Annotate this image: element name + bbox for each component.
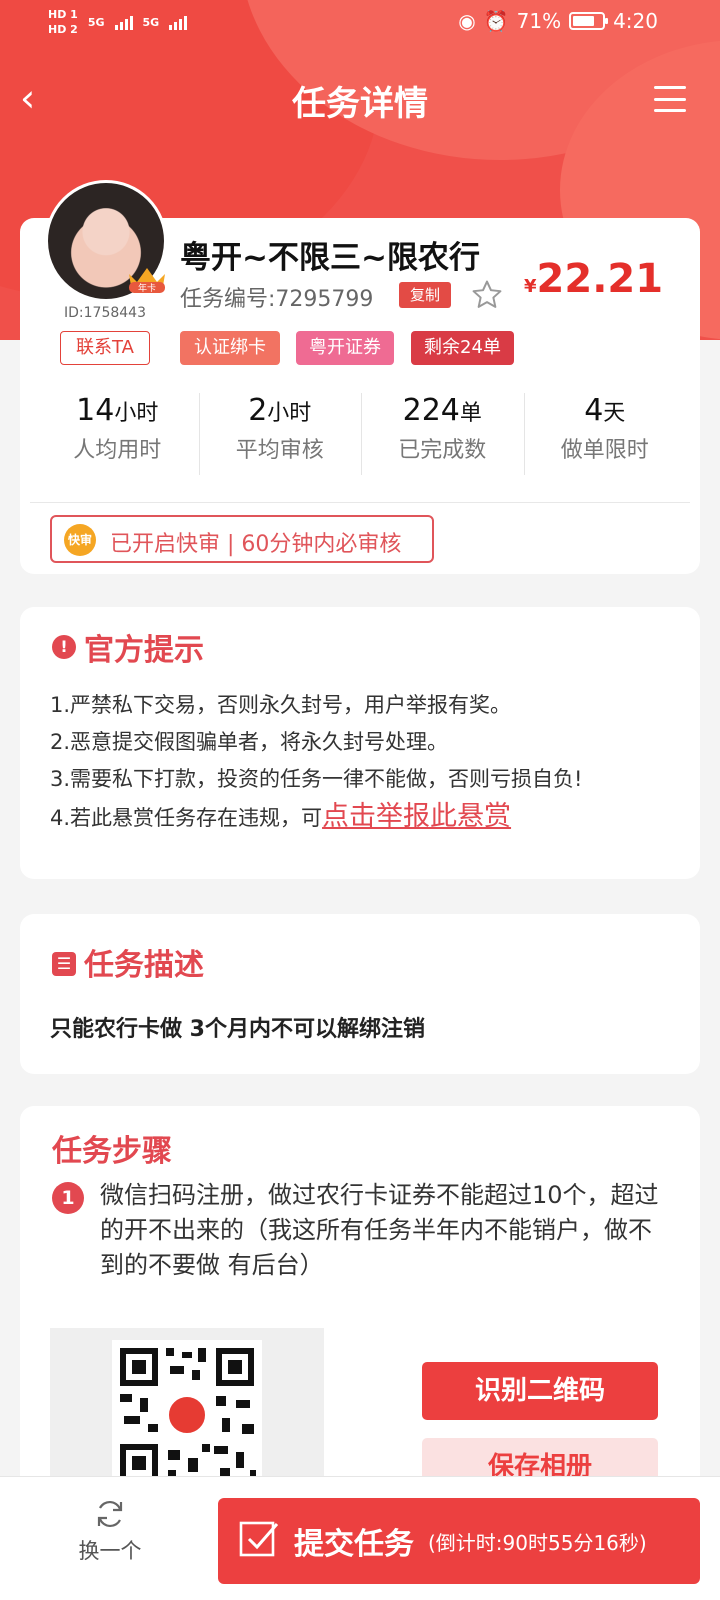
- copy-button[interactable]: 复制: [399, 282, 451, 308]
- crown-icon: 年卡: [129, 268, 165, 294]
- star-icon[interactable]: [470, 278, 504, 312]
- fast-review-text: 已开启快审 | 60分钟内必审核: [110, 532, 402, 557]
- stat-unit: 单: [459, 401, 482, 426]
- warning-icon: !: [52, 635, 76, 659]
- stat-completed: 224单 已完成数: [361, 393, 524, 483]
- status-label: HD 1: [48, 8, 78, 21]
- network-label: 5G: [87, 15, 105, 29]
- countdown-text: (倒计时:90时55分16秒): [428, 1531, 647, 1555]
- description-title: 任务描述: [84, 948, 204, 983]
- notice-line: 2.恶意提交假图骗单者，将永久封号处理。: [50, 730, 449, 754]
- task-name: 粤开~不限三~限农行: [180, 240, 480, 276]
- stat-unit: 天: [603, 401, 626, 426]
- notice-line: 1.严禁私下交易，否则永久封号，用户举报有奖。: [50, 693, 512, 717]
- stat-value: 14: [76, 393, 115, 428]
- fast-review-banner: 快审 已开启快审 | 60分钟内必审核: [50, 515, 434, 563]
- task-price: ¥22.21: [524, 256, 663, 302]
- task-number: 任务编号:7295799: [180, 287, 374, 312]
- battery-percent: 71%: [516, 9, 562, 33]
- stat-label: 已完成数: [398, 438, 487, 463]
- checkbox-icon: [239, 1521, 279, 1557]
- signal-icon: [169, 14, 188, 30]
- stat-avg-review: 2小时 平均审核: [198, 393, 362, 483]
- tag-bind-card: 认证绑卡: [180, 331, 280, 365]
- submit-task-button[interactable]: 提交任务 (倒计时:90时55分16秒): [218, 1498, 700, 1584]
- stat-label: 人均用时: [73, 438, 162, 463]
- nav-bar: ‹ 任务详情: [0, 68, 720, 132]
- status-label: HD 2: [48, 23, 78, 36]
- tag-remaining: 剩余24单: [411, 331, 514, 365]
- task-stats: 14小时 人均用时 2小时 平均审核 224单 已完成数 4天 做单限时: [36, 393, 686, 483]
- stat-label: 做单限时: [560, 438, 649, 463]
- menu-button[interactable]: [654, 86, 686, 112]
- battery-icon: [569, 12, 609, 30]
- stat-value: 2: [248, 393, 268, 428]
- currency-symbol: ¥: [524, 276, 537, 297]
- signal-icon: [114, 14, 133, 30]
- clock: 4:20: [613, 9, 658, 33]
- steps-title: 任务步骤: [52, 1134, 172, 1169]
- stat-value: 224: [402, 393, 460, 428]
- divider: [30, 502, 690, 503]
- stat-time-limit: 4天 做单限时: [523, 393, 687, 483]
- user-id: ID:1758443: [64, 305, 146, 321]
- notice-lines: 1.严禁私下交易，否则永久封号，用户举报有奖。 2.恶意提交假图骗单者，将永久封…: [50, 687, 582, 837]
- stat-label: 平均审核: [235, 438, 324, 463]
- report-link[interactable]: 点击举报此悬赏: [322, 801, 511, 832]
- refresh-icon: [97, 1500, 123, 1528]
- stat-value: 4: [584, 393, 604, 428]
- notice-line: 3.需要私下打款，投资的任务一律不能做，否则亏损自负!: [50, 767, 583, 791]
- notice-line: 4.若此悬赏任务存在违规，可点击举报此悬赏: [50, 798, 582, 837]
- stat-unit: 小时: [114, 401, 159, 426]
- step-number: 1: [52, 1182, 84, 1214]
- bottom-bar: 换一个 提交任务 (倒计时:90时55分16秒): [0, 1476, 720, 1600]
- description-text: 只能农行卡做 3个月内不可以解绑注销: [50, 1017, 425, 1042]
- price-amount: 22.21: [536, 256, 664, 302]
- swap-label: 换一个: [78, 1539, 142, 1563]
- step-text: 微信扫码注册，做过农行卡证券不能超过10个，超过的开不出来的（我这所有任务半年内…: [100, 1181, 659, 1279]
- logo-icon: [166, 1394, 208, 1436]
- fast-review-icon: 快审: [64, 524, 96, 556]
- vip-badge-label: 年卡: [138, 282, 156, 294]
- notice-card: ! 官方提示 1.严禁私下交易，否则永久封号，用户举报有奖。 2.恶意提交假图骗…: [20, 607, 700, 879]
- notice-line-text: 4.若此悬赏任务存在违规，可: [50, 806, 323, 830]
- alarm-icon: ⏰: [483, 9, 509, 33]
- tag-broker: 粤开证券: [296, 331, 394, 365]
- stat-avg-time: 14小时 人均用时: [36, 393, 199, 483]
- eye-icon: ◉: [458, 9, 476, 33]
- notice-title: 官方提示: [84, 633, 204, 668]
- stat-unit: 小时: [267, 401, 312, 426]
- description-card: ☰ 任务描述 只能农行卡做 3个月内不可以解绑注销: [20, 914, 700, 1074]
- status-bar: HD 1 HD 2 5G 5G ◉ ⏰ 71% 4:20: [0, 0, 720, 44]
- page-title: 任务详情: [292, 84, 428, 124]
- qr-code[interactable]: [112, 1340, 262, 1490]
- submit-label: 提交任务: [294, 1527, 414, 1562]
- swap-task-button[interactable]: 换一个: [70, 1497, 150, 1565]
- scan-qr-button[interactable]: 识别二维码: [422, 1362, 658, 1420]
- network-label: 5G: [142, 15, 160, 29]
- contact-button[interactable]: 联系TA: [60, 331, 150, 365]
- document-icon: ☰: [52, 952, 76, 976]
